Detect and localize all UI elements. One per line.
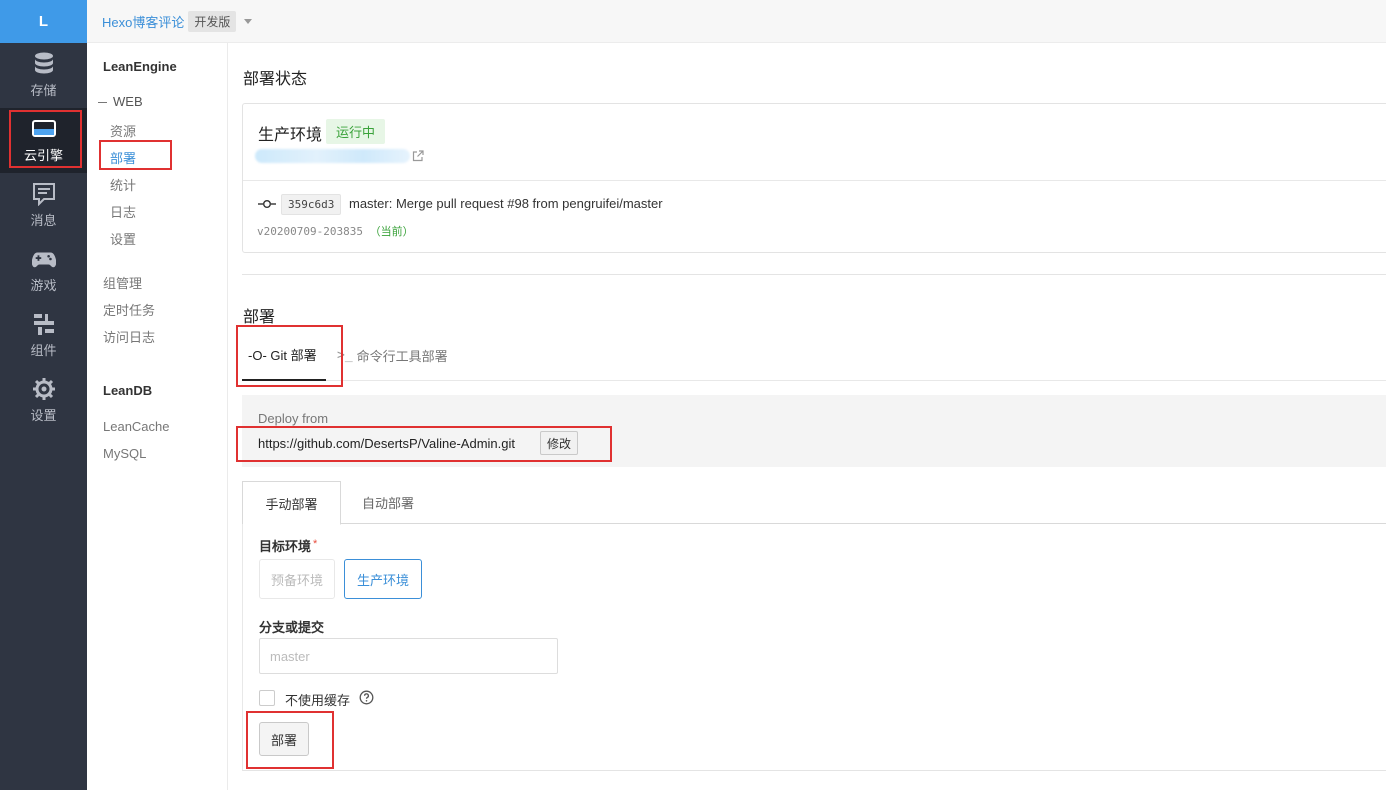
- target-env-label: 目标环境 *: [259, 536, 317, 555]
- web-group-label: WEB: [113, 94, 143, 109]
- gamepad-icon: [31, 247, 56, 271]
- rail-item-settings[interactable]: 设置: [0, 368, 87, 433]
- rail-item-label: 消息: [30, 213, 57, 228]
- commit-hash: 359c6d3: [281, 194, 342, 215]
- leanengine-title: LeanEngine: [103, 59, 177, 74]
- version-current-tag: （当前）: [369, 225, 414, 238]
- deploy-method-tabs: -O- Git 部署 >_ 命令行工具部署: [242, 330, 1386, 381]
- env-staging-option[interactable]: 预备环境: [259, 559, 335, 599]
- blurred-domain-link[interactable]: [255, 149, 410, 163]
- deploy-mode-tabs: 手动部署 自动部署: [242, 481, 1386, 525]
- app-logo[interactable]: L: [0, 0, 87, 43]
- collapse-dash-icon: [98, 102, 107, 104]
- version-line: v20200709-203835 （当前）: [257, 223, 414, 239]
- deploy-from-label: Deploy from: [258, 411, 329, 426]
- terminal-icon: >_: [337, 348, 353, 363]
- rail-item-label: 组件: [30, 343, 57, 358]
- database-icon: [32, 52, 56, 76]
- required-mark: *: [313, 538, 318, 550]
- components-icon: [32, 312, 56, 336]
- env-production-option[interactable]: 生产环境: [344, 559, 422, 599]
- tab-manual-deploy[interactable]: 手动部署: [242, 481, 341, 525]
- rail-item-cloud-engine[interactable]: 云引擎: [0, 108, 87, 173]
- rail-item-storage[interactable]: 存储: [0, 43, 87, 108]
- nav-item-resources[interactable]: 资源: [110, 121, 136, 140]
- sub-nav: LeanEngine WEB 资源 部署 统计 日志 设置 组管理 定时任务 访…: [87, 43, 228, 790]
- top-bar: Hexo博客评论 开发版: [87, 0, 1386, 43]
- app-name-link[interactable]: Hexo博客评论: [102, 12, 184, 31]
- tab-cli-label: 命令行工具部署: [356, 349, 448, 364]
- main-content: 部署状态 生产环境 运行中 359c6d3 master: Merge pull…: [228, 43, 1386, 790]
- external-link-icon[interactable]: [412, 150, 424, 165]
- gear-icon: [32, 377, 56, 401]
- rail-item-message[interactable]: 消息: [0, 173, 87, 238]
- rail-item-label: 云引擎: [23, 148, 63, 163]
- nav-item-logs[interactable]: 日志: [110, 202, 136, 221]
- rail-item-game[interactable]: 游戏: [0, 238, 87, 303]
- nav-item-deploy[interactable]: 部署: [110, 148, 136, 167]
- target-env-text: 目标环境: [259, 539, 312, 554]
- status-card: 生产环境 运行中 359c6d3 master: Merge pull requ…: [242, 103, 1386, 253]
- nav-item-stats[interactable]: 统计: [110, 175, 136, 194]
- edit-repo-button[interactable]: 修改: [540, 431, 579, 455]
- tab-cli-deploy[interactable]: >_ 命令行工具部署: [337, 330, 448, 381]
- card-divider: [243, 180, 1386, 181]
- web-group-toggle[interactable]: WEB: [98, 94, 143, 109]
- server-icon: [31, 117, 56, 141]
- status-badge: 运行中: [326, 119, 386, 144]
- nav-item-mysql[interactable]: MySQL: [103, 446, 146, 461]
- deploy-status-title: 部署状态: [243, 71, 308, 88]
- rail-item-components[interactable]: 组件: [0, 303, 87, 368]
- nav-item-group-mgmt[interactable]: 组管理: [103, 273, 142, 292]
- branch-input[interactable]: [259, 638, 558, 674]
- repo-url: https://github.com/DesertsP/Valine-Admin…: [258, 436, 515, 451]
- deploy-title: 部署: [243, 309, 276, 326]
- branch-label: 分支或提交: [259, 620, 325, 635]
- no-cache-checkbox[interactable]: [259, 690, 275, 706]
- tab-auto-deploy[interactable]: 自动部署: [362, 481, 414, 524]
- nav-item-settings[interactable]: 设置: [110, 229, 136, 248]
- section-divider: [242, 274, 1386, 275]
- deploy-button[interactable]: 部署: [259, 722, 309, 756]
- env-badge: 开发版: [188, 10, 237, 32]
- message-icon: [32, 182, 56, 206]
- tab-git-deploy[interactable]: -O- Git 部署: [242, 330, 326, 381]
- git-commit-icon: [258, 197, 276, 212]
- rail-item-label: 设置: [30, 408, 57, 423]
- rail-item-label: 存储: [30, 83, 57, 98]
- nav-item-cron[interactable]: 定时任务: [103, 300, 155, 319]
- version-id: v20200709-203835: [257, 225, 363, 238]
- nav-item-leancache[interactable]: LeanCache: [103, 419, 170, 434]
- manual-deploy-panel: 目标环境* 预备环境 生产环境 分支或提交 不使用缓存 部署: [242, 524, 1386, 771]
- leandb-title: LeanDB: [103, 383, 153, 398]
- deploy-from-box: Deploy from https://github.com/DesertsP/…: [242, 395, 1386, 467]
- help-icon[interactable]: [359, 690, 374, 708]
- rail-item-label: 游戏: [30, 278, 57, 293]
- chevron-down-icon[interactable]: [244, 18, 253, 24]
- commit-message: master: Merge pull request #98 from peng…: [349, 196, 663, 211]
- nav-item-access-log[interactable]: 访问日志: [103, 327, 155, 346]
- left-rail: L 存储 云引擎 消息 游戏 组件 设置: [0, 0, 87, 790]
- env-name: 生产环境: [258, 127, 323, 144]
- no-cache-label: 不使用缓存: [285, 693, 351, 708]
